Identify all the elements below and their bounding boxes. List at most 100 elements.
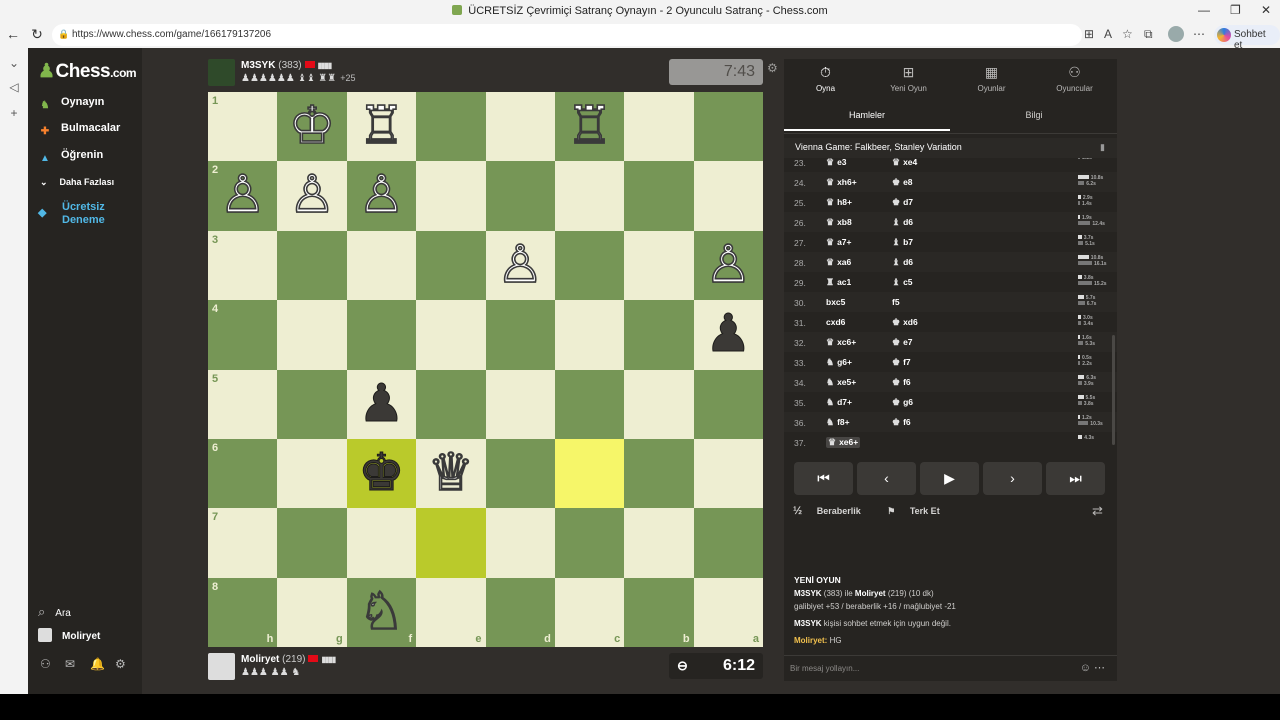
board-square[interactable] (554, 161, 625, 231)
chess-piece[interactable]: ♙ (347, 161, 416, 230)
board-square[interactable] (485, 300, 555, 370)
white-move[interactable]: ♞ xe5+ (826, 377, 856, 388)
board-square[interactable] (346, 300, 417, 370)
back-icon[interactable]: ← (4, 26, 22, 42)
board-square[interactable]: 7 (208, 508, 278, 578)
chess-piece[interactable]: ♙ (694, 231, 763, 300)
board-square[interactable] (416, 230, 486, 301)
board-square[interactable] (624, 300, 694, 370)
mail-icon[interactable]: ✉ (65, 657, 90, 671)
white-move[interactable]: ♛ h8+ (826, 197, 852, 208)
chess-piece[interactable]: ♖ (347, 92, 416, 161)
board-square[interactable] (416, 508, 486, 578)
free-trial-link[interactable]: ◆ Ücretsiz Deneme (38, 201, 105, 227)
first-move-button[interactable]: ⏮ (794, 462, 853, 495)
board-square[interactable] (693, 438, 763, 509)
board-square[interactable] (693, 369, 763, 439)
chesscom-logo[interactable]: ♟Chess.com (38, 60, 137, 83)
user-link[interactable]: Moliryet (38, 628, 100, 642)
black-move[interactable]: ♝ b7 (892, 237, 913, 248)
chess-piece[interactable]: ♕ (416, 439, 485, 508)
nav-learn[interactable]: ▲ Öğrenin (38, 149, 103, 166)
black-move[interactable]: ♝ d6 (892, 217, 913, 228)
white-move[interactable]: cxd6 (826, 317, 845, 327)
board-square[interactable]: 4 (208, 300, 278, 370)
top-player-name[interactable]: M3SYK (241, 60, 275, 71)
tab-info[interactable]: Bilgi (951, 110, 1117, 120)
url-field[interactable]: 🔒 https://www.chess.com/game/166179137206 (52, 24, 1082, 46)
white-move[interactable]: ♛ xa6 (826, 257, 851, 268)
refresh-icon[interactable]: ↻ (28, 26, 46, 43)
board-square[interactable] (693, 508, 763, 578)
board-square[interactable]: ♚ (346, 438, 417, 509)
board-square[interactable] (485, 369, 555, 439)
tab-players[interactable]: ⚇ Oyuncular (1033, 64, 1116, 93)
black-move[interactable]: ♚ f7 (892, 357, 911, 368)
chess-board[interactable]: 1 ♔ ♖ ♖ 2 ♙ ♙ ♙ 3 ♙ ♙ 4 ♟ 5 ♟ 6 ♚ ♕ 7 8 h g f ♘ e d c b a (208, 92, 763, 647)
previous-move-button[interactable]: ‹ (857, 462, 916, 495)
board-square[interactable] (554, 369, 625, 439)
board-square[interactable]: e (416, 577, 486, 647)
speaker-icon[interactable]: ◁ (6, 80, 22, 94)
board-square[interactable] (416, 92, 486, 162)
maximize-icon[interactable]: ❐ (1230, 3, 1241, 17)
minimize-icon[interactable]: — (1198, 3, 1210, 17)
top-player-avatar[interactable] (208, 59, 235, 86)
board-square[interactable] (624, 92, 694, 162)
black-move[interactable]: ♚ d7 (892, 197, 913, 208)
favorite-icon[interactable]: ☆ (1122, 27, 1133, 41)
book-icon[interactable]: ▮ (1100, 142, 1105, 153)
board-square[interactable] (416, 300, 486, 370)
emoji-icon[interactable]: ☺ (1080, 662, 1091, 674)
bottom-player-avatar[interactable] (208, 653, 235, 680)
chess-piece[interactable]: ♘ (347, 578, 416, 647)
board-square[interactable] (485, 161, 555, 231)
chess-piece[interactable]: ♚ (347, 439, 416, 508)
bell-icon[interactable]: 🔔 (90, 657, 115, 671)
board-square[interactable]: ♔ (277, 92, 347, 162)
flip-board-icon[interactable]: ⇄ (1092, 503, 1103, 519)
bottom-player-name[interactable]: Moliryet (241, 654, 279, 665)
read-aloud-icon[interactable]: A (1104, 27, 1112, 41)
black-move[interactable]: ♚ e7 (892, 337, 913, 348)
close-icon[interactable]: ✕ (1261, 3, 1271, 17)
board-square[interactable]: a (693, 577, 763, 647)
extensions-icon[interactable]: ⧉ (1144, 27, 1153, 42)
black-move[interactable]: ♚ xd6 (892, 317, 918, 328)
board-square[interactable] (277, 369, 347, 439)
settings-icon[interactable]: ⚙ (115, 657, 140, 671)
white-move[interactable]: ♛ e3 (826, 158, 847, 168)
board-square[interactable] (277, 508, 347, 578)
nav-more[interactable]: ⌄ Daha Fazlası (40, 177, 114, 188)
black-move[interactable]: ♛ xe4 (892, 158, 917, 168)
board-square[interactable]: b (624, 577, 694, 647)
tab-moves[interactable]: Hamleler (784, 110, 950, 131)
white-move[interactable]: ♛ xh6+ (826, 177, 857, 188)
board-square[interactable] (277, 300, 347, 370)
board-square[interactable] (624, 508, 694, 578)
board-square[interactable]: ♟ (346, 369, 417, 439)
white-move[interactable]: ♞ g6+ (826, 357, 852, 368)
tab-play[interactable]: ⏱ Oyna (784, 64, 867, 93)
white-move[interactable]: ♜ ac1 (826, 277, 851, 288)
board-square[interactable] (554, 438, 625, 509)
black-move[interactable]: ♝ d6 (892, 257, 913, 268)
board-square[interactable] (277, 438, 347, 509)
board-square[interactable]: ♟ (693, 300, 763, 370)
chess-piece[interactable]: ♔ (277, 92, 346, 161)
more-icon[interactable]: ⋯ (1193, 27, 1205, 41)
board-square[interactable]: 2 ♙ (208, 161, 278, 231)
board-square[interactable] (554, 230, 625, 301)
board-square[interactable]: ♙ (346, 161, 417, 231)
resign-button[interactable]: ⚑ Terk Et (887, 506, 951, 516)
board-square[interactable]: 8h (208, 577, 278, 647)
black-move[interactable]: f5 (892, 297, 900, 307)
white-move[interactable]: bxc5 (826, 297, 845, 307)
white-move[interactable]: ♛ xb8 (826, 217, 852, 228)
nav-play[interactable]: ♞ Oynayın (38, 96, 105, 113)
friends-icon[interactable]: ⚇ (40, 657, 65, 671)
board-square[interactable]: ♙ (693, 230, 763, 301)
board-square[interactable]: 1 (208, 92, 278, 162)
board-square[interactable] (624, 438, 694, 509)
chess-piece[interactable]: ♙ (486, 231, 555, 300)
